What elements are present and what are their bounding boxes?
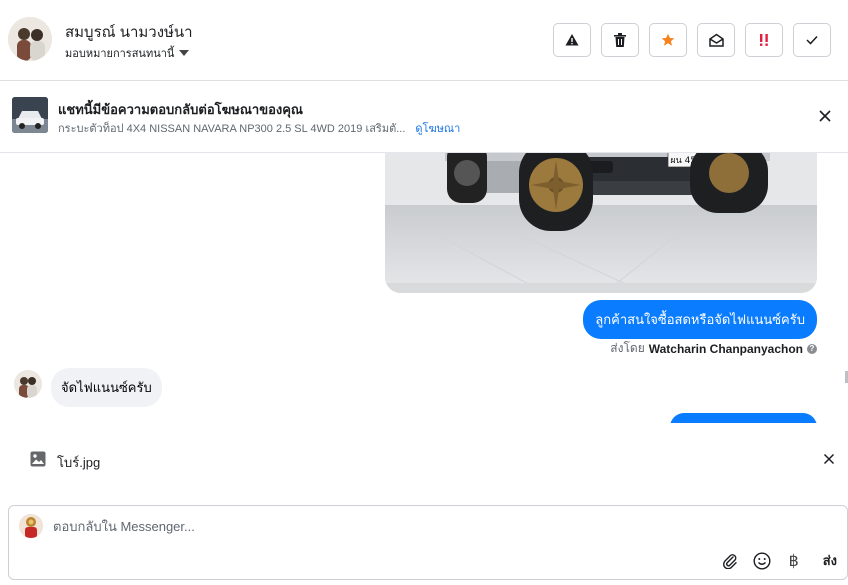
- image-icon: [30, 451, 46, 467]
- assign-label: มอบหมายการสนทนานี้: [65, 48, 175, 60]
- attach-button[interactable]: [721, 552, 739, 570]
- composer-tools: ฿ ส่ง: [721, 550, 837, 571]
- star-button[interactable]: [649, 23, 687, 57]
- smile-icon: [753, 551, 771, 570]
- caret-down-icon: [179, 50, 190, 56]
- view-ad-link[interactable]: ดูโฆษณา: [415, 119, 460, 137]
- warning-icon: [565, 34, 579, 46]
- baht-icon: ฿: [788, 552, 799, 570]
- sent-by-info: ส่งโดย Watcharin Chanpanyachon ?: [610, 339, 817, 358]
- incoming-message[interactable]: จัดไฟแนนซ์ครับ: [51, 368, 162, 407]
- mark-unread-button[interactable]: [697, 23, 735, 57]
- ad-thumbnail[interactable]: [12, 97, 48, 133]
- ad-description: กระบะตัวท็อป 4X4 NISSAN NAVARA NP300 2.5…: [58, 123, 406, 135]
- message-thread[interactable]: ผน 4514 ลูกค้าสนใจซื้อสดหรือจัดไฟแนนซ์คร…: [0, 153, 848, 423]
- help-icon[interactable]: ?: [807, 343, 817, 354]
- conversation-header: สมบูรณ์ นามวงษ์นา มอบหมายการสนทนานี้: [0, 0, 848, 81]
- attachment-filename: โบร์.jpg: [57, 455, 101, 470]
- paperclip-icon: [722, 553, 737, 569]
- emoji-button[interactable]: [753, 551, 771, 570]
- sent-by-prefix: ส่งโดย: [610, 341, 645, 355]
- payment-button[interactable]: ฿: [785, 552, 803, 570]
- close-icon[interactable]: [817, 108, 833, 124]
- contact-name[interactable]: สมบูรณ์ นามวงษ์นา: [65, 20, 193, 44]
- trash-icon: [614, 33, 626, 47]
- contact-avatar[interactable]: [8, 17, 52, 61]
- ad-banner-title: แชทนี้มีข้อความตอบกลับต่อโฆษณาของคุณ: [58, 102, 303, 117]
- ad-banner-subtitle: กระบะตัวท็อป 4X4 NISSAN NAVARA NP300 2.5…: [58, 119, 460, 137]
- follow-up-button[interactable]: [745, 23, 783, 57]
- envelope-open-icon: [708, 33, 724, 47]
- contact-avatar-small[interactable]: [14, 370, 42, 398]
- double-exclamation-icon: [760, 34, 768, 46]
- star-icon: [661, 33, 675, 46]
- reply-input[interactable]: [53, 519, 553, 534]
- ad-reply-banner: แชทนี้มีข้อความตอบกลับต่อโฆษณาของคุณ กระ…: [0, 81, 848, 153]
- sent-photo-message[interactable]: ผน 4514: [385, 153, 817, 293]
- pending-attachment: โบร์.jpg: [0, 437, 848, 481]
- page-avatar: [19, 514, 43, 538]
- sent-by-name: Watcharin Chanpanyachon: [648, 341, 803, 356]
- send-button[interactable]: ส่ง: [823, 550, 837, 571]
- check-icon: [806, 35, 818, 45]
- delete-button[interactable]: [601, 23, 639, 57]
- reply-composer: ฿ ส่ง: [8, 505, 848, 580]
- spam-button[interactable]: [553, 23, 591, 57]
- assign-conversation-dropdown[interactable]: มอบหมายการสนทนานี้: [65, 44, 190, 62]
- outgoing-message[interactable]: ลูกค้าสนใจซื้อสดหรือจัดไฟแนนซ์ครับ: [583, 300, 817, 339]
- outgoing-message-partial[interactable]: [670, 413, 817, 423]
- conversation-actions: [553, 23, 831, 57]
- done-button[interactable]: [793, 23, 831, 57]
- remove-attachment-icon[interactable]: [823, 453, 835, 465]
